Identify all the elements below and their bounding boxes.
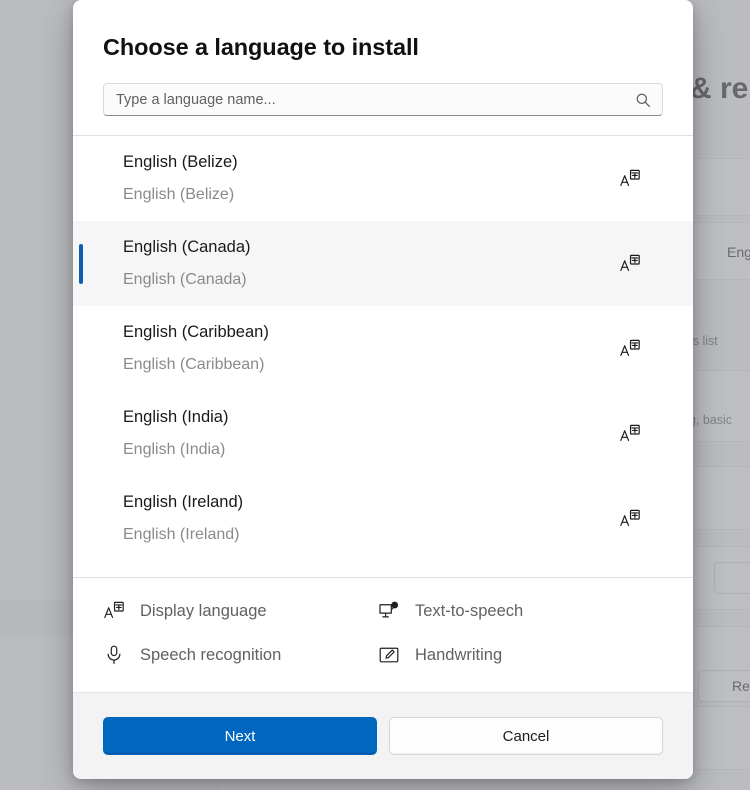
language-name: English (Caribbean) bbox=[123, 323, 619, 341]
list-item-texts: English (Canada) English (Canada) bbox=[123, 238, 619, 289]
capability-icons bbox=[619, 338, 663, 360]
legend-text-to-speech: Text-to-speech bbox=[378, 600, 663, 622]
language-name: English (Ireland) bbox=[123, 493, 619, 511]
list-item-texts: English (Caribbean) English (Caribbean) bbox=[123, 323, 619, 374]
legend-label: Handwriting bbox=[415, 646, 502, 665]
list-item[interactable]: English (Ireland) English (Ireland) bbox=[73, 476, 693, 561]
capability-icons bbox=[619, 168, 663, 190]
list-item-texts: English (Ireland) English (Ireland) bbox=[123, 493, 619, 544]
language-name: English (Belize) bbox=[123, 153, 619, 171]
language-name: English (India) bbox=[123, 408, 619, 426]
display-language-icon bbox=[619, 338, 641, 360]
legend-label: Text-to-speech bbox=[415, 602, 523, 621]
legend-speech-recognition: Speech recognition bbox=[103, 644, 378, 666]
text-to-speech-icon bbox=[378, 600, 400, 622]
display-language-icon bbox=[619, 253, 641, 275]
search-input[interactable] bbox=[104, 92, 662, 108]
display-language-icon bbox=[619, 508, 641, 530]
next-button[interactable]: Next bbox=[103, 717, 377, 755]
speech-recognition-icon bbox=[103, 644, 125, 666]
display-language-icon bbox=[619, 168, 641, 190]
legend-display-language: Display language bbox=[103, 600, 378, 622]
capability-icons bbox=[619, 508, 663, 530]
language-native-name: English (India) bbox=[123, 441, 619, 459]
cancel-button-label: Cancel bbox=[503, 728, 550, 745]
list-item[interactable]: English (India) English (India) bbox=[73, 391, 693, 476]
capability-icons bbox=[619, 423, 663, 445]
next-button-label: Next bbox=[225, 728, 256, 745]
language-native-name: English (Belize) bbox=[123, 186, 619, 204]
legend-label: Display language bbox=[140, 602, 267, 621]
list-item-texts: English (India) English (India) bbox=[123, 408, 619, 459]
cancel-button[interactable]: Cancel bbox=[389, 717, 663, 755]
dialog-header: Choose a language to install bbox=[73, 0, 693, 61]
language-native-name: English (Canada) bbox=[123, 271, 619, 289]
legend-handwriting: Handwriting bbox=[378, 644, 663, 666]
language-list[interactable]: English (Belize) English (Belize) bbox=[73, 136, 693, 577]
search-box[interactable] bbox=[103, 83, 663, 116]
list-item[interactable]: English (Belize) English (Belize) bbox=[73, 136, 693, 221]
dialog-title: Choose a language to install bbox=[103, 34, 663, 61]
search-area bbox=[73, 61, 693, 135]
handwriting-icon bbox=[378, 644, 400, 666]
selection-indicator bbox=[79, 244, 83, 284]
display-language-icon bbox=[103, 600, 125, 622]
dialog-footer: Next Cancel bbox=[73, 692, 693, 779]
capability-legend: Display language Text-to-speech bbox=[73, 578, 693, 692]
language-native-name: English (Caribbean) bbox=[123, 356, 619, 374]
search-icon[interactable] bbox=[635, 92, 651, 108]
display-language-icon bbox=[619, 423, 641, 445]
choose-language-dialog: Choose a language to install English (Be… bbox=[73, 0, 693, 779]
list-item-texts: English (Belize) English (Belize) bbox=[123, 153, 619, 204]
language-name: English (Canada) bbox=[123, 238, 619, 256]
list-item-selected[interactable]: English (Canada) English (Canada) bbox=[73, 221, 693, 306]
capability-icons bbox=[619, 253, 663, 275]
legend-label: Speech recognition bbox=[140, 646, 281, 665]
language-native-name: English (Ireland) bbox=[123, 526, 619, 544]
list-item[interactable]: English (Caribbean) English (Caribbean) bbox=[73, 306, 693, 391]
